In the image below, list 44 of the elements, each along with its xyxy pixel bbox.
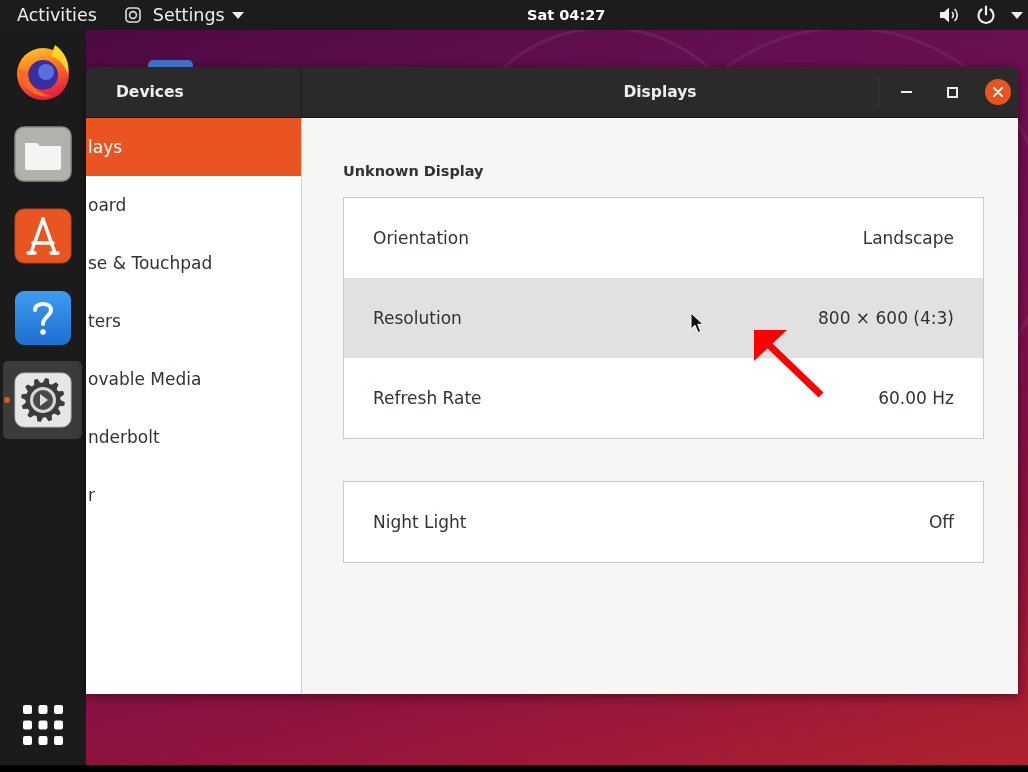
close-icon xyxy=(993,87,1003,97)
panel-title: Devices xyxy=(116,83,184,101)
activities-button[interactable]: Activities xyxy=(17,5,97,25)
caret-icon xyxy=(231,11,244,19)
folder-icon xyxy=(13,126,72,182)
row-label: Night Light xyxy=(373,512,467,532)
settings-icon xyxy=(124,7,141,23)
power-icon xyxy=(976,5,996,25)
settings-row[interactable]: Orientation Landscape xyxy=(344,198,983,278)
sidebar-item[interactable]: nderbolt xyxy=(86,408,301,466)
sidebar-item[interactable]: ters xyxy=(86,292,301,350)
sidebar-item[interactable]: se & Touchpad xyxy=(86,234,301,292)
row-label: Refresh Rate xyxy=(373,388,482,408)
sidebar-item[interactable]: lays xyxy=(86,118,301,176)
app-grid-icon xyxy=(23,705,63,745)
window-title: Displays xyxy=(623,83,697,101)
dock-launcher[interactable] xyxy=(3,361,82,439)
row-value: Off xyxy=(928,512,954,532)
sidebar-item[interactable]: ovable Media xyxy=(86,350,301,408)
caret-icon xyxy=(1011,11,1023,19)
app-store-icon xyxy=(13,208,72,264)
row-label: Resolution xyxy=(373,308,462,328)
volume-icon xyxy=(939,6,959,24)
running-dot-icon xyxy=(4,397,10,403)
sidebar-item[interactable]: oard xyxy=(86,176,301,234)
settings-row[interactable]: Resolution 800 × 600 (4:3) xyxy=(344,278,983,358)
row-value: Landscape xyxy=(862,228,954,248)
settings-icon xyxy=(13,372,72,428)
section-heading: Unknown Display xyxy=(343,162,485,181)
settings-row[interactable]: Refresh Rate 60.00 Hz xyxy=(344,358,983,438)
row-value: 800 × 600 (4:3) xyxy=(818,308,954,328)
clock-button[interactable]: Sat 04:27 xyxy=(527,7,606,23)
maximize-icon xyxy=(946,86,958,98)
settings-row[interactable]: Night Light Off xyxy=(344,482,983,562)
app-menu[interactable]: Settings xyxy=(124,5,244,25)
mouse-pointer-icon xyxy=(690,312,704,334)
help-icon xyxy=(13,290,72,346)
minimize-icon xyxy=(900,91,912,93)
sidebar-item[interactable]: r xyxy=(86,466,301,524)
desktop-shortcut-icon[interactable] xyxy=(148,60,193,67)
row-value: 60.00 Hz xyxy=(878,388,954,408)
close-button[interactable] xyxy=(985,79,1011,105)
row-label: Orientation xyxy=(373,228,469,248)
browser-icon xyxy=(14,43,71,101)
